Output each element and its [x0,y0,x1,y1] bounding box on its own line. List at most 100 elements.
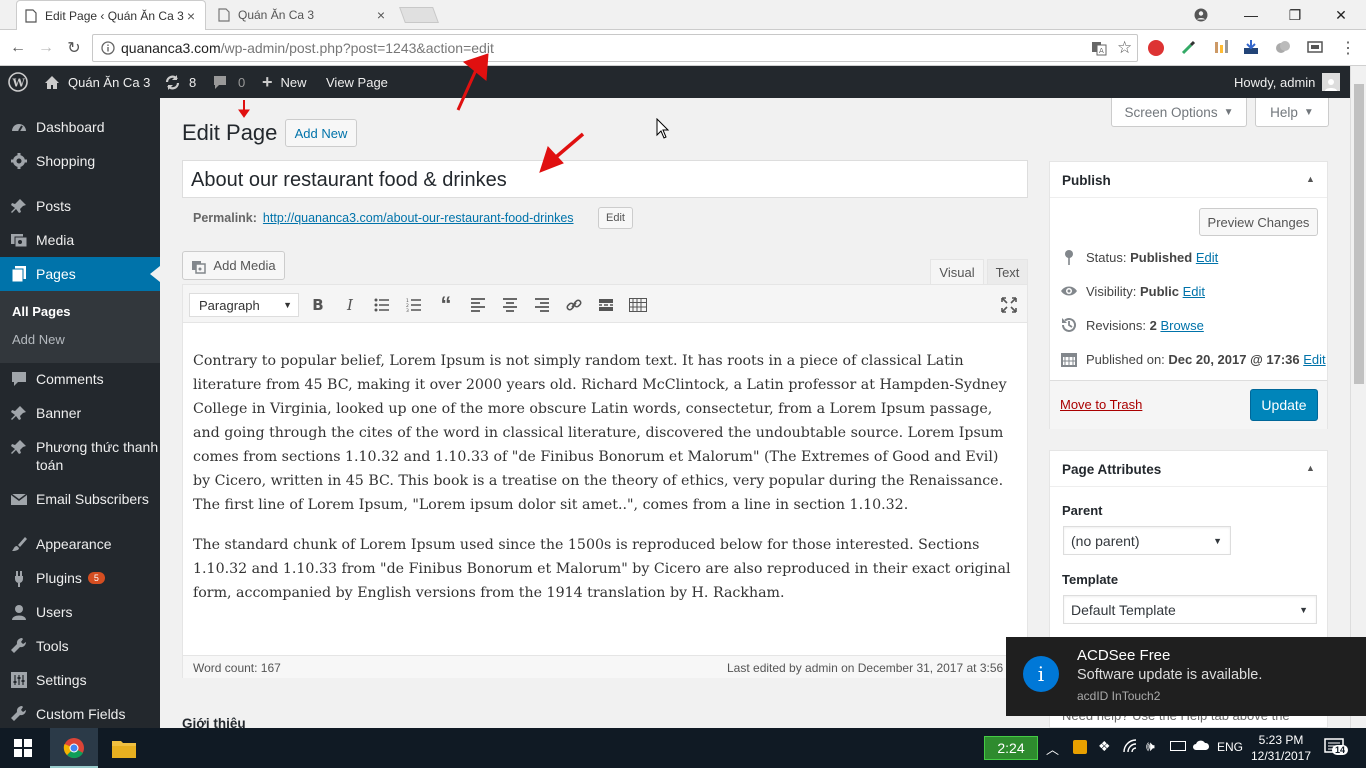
sidebar-item-tools[interactable]: Tools [0,629,160,663]
sidebar-item-posts[interactable]: Posts [0,189,160,223]
restore-icon[interactable]: ❐ [1272,0,1318,30]
help-button[interactable]: Help ▼ [1255,98,1329,127]
info-icon[interactable] [101,41,115,55]
new-tab-button[interactable] [399,7,439,23]
sidebar-item-payment-methods[interactable]: Phương thức thanh toán [0,430,160,474]
wifi-icon[interactable] [1122,738,1138,754]
move-to-trash-link[interactable]: Move to Trash [1060,397,1142,412]
comments-link[interactable]: 0 [212,66,245,98]
collapse-icon[interactable]: ▲ [1306,463,1315,473]
submenu-all-pages[interactable]: All Pages [12,304,71,319]
extension-cloud-icon[interactable] [1274,38,1294,58]
extension-cast-icon[interactable] [1306,38,1326,58]
read-more-icon[interactable] [596,295,616,315]
sidebar-item-custom-fields[interactable]: Custom Fields [0,697,160,731]
address-bar[interactable]: quananca3.com/wp-admin/post.php?post=124… [92,34,1138,62]
forward-icon[interactable]: → [34,36,58,60]
update-notification-toast[interactable]: i ACDSee Free Software update is availab… [1006,637,1366,716]
bold-icon[interactable]: B [308,295,328,315]
back-icon[interactable]: ← [6,36,30,60]
taskbar-explorer-button[interactable] [100,728,148,768]
collapse-icon[interactable]: ▲ [1306,174,1315,184]
tab-visual[interactable]: Visual [930,259,984,285]
tray-app-icon[interactable] [1073,740,1087,754]
profile-icon[interactable] [1178,0,1224,30]
dropbox-icon[interactable]: ❖ [1098,738,1111,755]
screen-options-button[interactable]: Screen Options ▼ [1111,98,1247,127]
submenu-add-new[interactable]: Add New [12,332,65,347]
preview-changes-button[interactable]: Preview Changes [1199,208,1318,236]
italic-icon[interactable]: I [340,295,360,315]
date-edit-link[interactable]: Edit [1303,352,1325,367]
updates-link[interactable]: 8 [164,66,196,98]
site-name-link[interactable]: Quán Ăn Ca 3 [44,66,150,98]
status-edit-link[interactable]: Edit [1196,250,1218,265]
sidebar-item-media[interactable]: Media [0,223,160,257]
post-title-input[interactable]: About our restaurant food & drinkes [182,160,1028,198]
extension-red-icon[interactable] [1148,40,1164,56]
toolbar-toggle-icon[interactable] [628,295,648,315]
permalink-edit-button[interactable]: Edit [598,207,633,229]
template-select[interactable]: Default Template ▼ [1063,595,1317,624]
close-window-icon[interactable]: ✕ [1318,0,1364,30]
align-left-icon[interactable] [468,295,488,315]
update-button[interactable]: Update [1250,389,1318,421]
extension-tools-icon[interactable] [1212,38,1232,58]
show-hidden-icons[interactable]: ︿ [1046,739,1059,758]
publish-box-header[interactable]: Publish ▲ [1050,162,1327,198]
howdy-account-link[interactable]: Howdy, admin [1234,66,1341,98]
page-attributes-header[interactable]: Page Attributes ▲ [1050,451,1327,487]
language-indicator[interactable]: ENG [1217,740,1243,754]
notification-center-icon[interactable]: 14 [1324,738,1349,756]
add-new-page-button[interactable]: Add New [285,119,357,147]
sidebar-item-comments[interactable]: Comments [0,362,160,396]
sidebar-item-banner[interactable]: Banner [0,396,160,430]
onedrive-icon[interactable] [1192,738,1210,752]
battery-icon[interactable] [1170,741,1186,751]
scrollbar-thumb[interactable] [1354,84,1364,384]
volume-icon[interactable]: 🕪 [1146,738,1155,755]
sidebar-item-email-subscribers[interactable]: Email Subscribers [0,482,160,516]
page-scrollbar[interactable] [1350,66,1366,728]
eyedropper-icon[interactable] [1180,38,1200,58]
sidebar-item-settings[interactable]: Settings [0,663,160,697]
browser-tab-site[interactable]: Quán Ăn Ca 3 × [210,0,395,30]
minimize-icon[interactable]: — [1228,0,1274,30]
add-media-button[interactable]: Add Media [182,251,285,280]
parent-select[interactable]: (no parent) ▼ [1063,526,1231,555]
fullscreen-icon[interactable] [999,295,1019,315]
clock[interactable]: 5:23 PM 12/31/2017 [1250,732,1312,764]
sidebar-item-pages[interactable]: Pages [0,257,160,291]
sidebar-item-plugins[interactable]: Plugins 5 [0,561,160,595]
extension-download-icon[interactable] [1242,38,1262,58]
tab-text[interactable]: Text [987,259,1028,284]
reload-icon[interactable]: ↻ [62,36,86,60]
browse-revisions-link[interactable]: Browse [1160,318,1203,333]
visibility-edit-link[interactable]: Edit [1183,284,1205,299]
windows-start-icon[interactable] [14,739,32,757]
align-center-icon[interactable] [500,295,520,315]
view-page-link[interactable]: View Page [326,66,388,98]
sidebar-item-shopping[interactable]: Shopping [0,144,160,178]
format-select[interactable]: Paragraph ▼ [189,293,299,317]
browser-tab-edit-page[interactable]: Edit Page ‹ Quán Ăn Ca 3 × [16,0,206,30]
wordpress-logo-icon[interactable]: W [8,66,28,98]
sidebar-item-dashboard[interactable]: Dashboard [0,110,160,144]
align-right-icon[interactable] [532,295,552,315]
translate-icon[interactable]: A [1091,40,1107,56]
sidebar-item-users[interactable]: Users [0,595,160,629]
numbered-list-icon[interactable]: 123 [404,295,424,315]
bullet-list-icon[interactable] [372,295,392,315]
link-icon[interactable] [564,295,584,315]
new-content-link[interactable]: + New [262,66,307,98]
sidebar-item-appearance[interactable]: Appearance [0,527,160,561]
taskbar-chrome-button[interactable] [50,728,98,768]
chrome-menu-icon[interactable]: ⋮ [1340,38,1356,58]
close-tab-icon[interactable]: × [185,8,197,24]
blockquote-icon[interactable]: “ [436,292,456,317]
permalink-link[interactable]: http://quananca3.com/about-our-restauran… [263,211,574,225]
editor-content[interactable]: Contrary to popular belief, Lorem Ipsum … [193,349,1019,621]
bookmark-star-icon[interactable]: ☆ [1117,38,1132,58]
close-tab-icon[interactable]: × [375,7,387,23]
timer-widget[interactable]: 2:24 [984,736,1038,760]
